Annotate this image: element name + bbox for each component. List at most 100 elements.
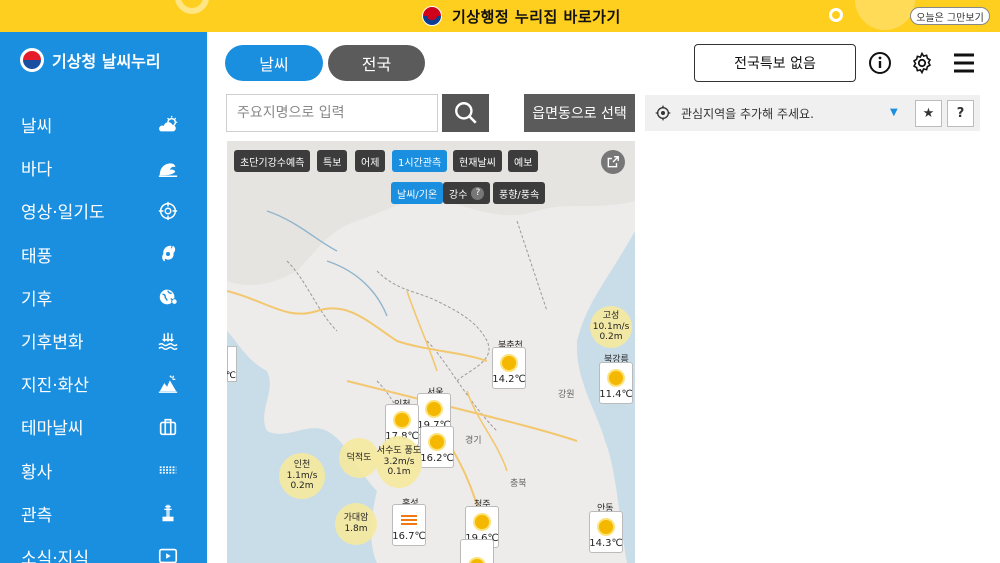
wave-icon xyxy=(156,156,180,180)
station-temperature: 11.4℃ xyxy=(599,389,633,400)
kma-logo-icon xyxy=(20,48,44,72)
buoy-name: 가대암 xyxy=(343,513,369,524)
sunny-icon xyxy=(427,402,441,416)
buoy-wind: 1.1m/s xyxy=(286,470,318,481)
sidebar-item-theme-weather[interactable]: 테마날씨 xyxy=(0,405,207,448)
station-marker[interactable] xyxy=(460,539,494,563)
earthquake-icon xyxy=(156,372,180,396)
favorite-star-button[interactable]: ★ xyxy=(915,100,942,127)
location-search-input[interactable] xyxy=(226,94,438,132)
sidebar-item-news[interactable]: 소식·지식 xyxy=(0,535,207,563)
sidebar-item-weather[interactable]: 날씨 xyxy=(0,103,207,146)
sea-buoy-marker[interactable]: 고성 10.1m/s 0.2m xyxy=(590,306,632,348)
map-subtab-wind[interactable]: 풍향/풍속 xyxy=(493,182,546,204)
logo-text: 기상청 날씨누리 xyxy=(52,52,161,71)
tab-nation[interactable]: 전국 xyxy=(328,45,425,81)
map-tab-nowcast[interactable]: 초단기강수예측 xyxy=(234,150,311,172)
sunny-icon xyxy=(395,413,409,427)
map-tab-warning[interactable]: 특보 xyxy=(317,150,348,172)
sidebar-item-satellite[interactable]: 영상·일기도 xyxy=(0,189,207,232)
haze-icon xyxy=(401,515,417,527)
station-marker-partial[interactable]: ℃ xyxy=(227,346,237,382)
sunny-icon xyxy=(430,435,444,449)
sunny-icon xyxy=(470,559,484,563)
sea-buoy-marker[interactable]: 가대암 1.8m xyxy=(335,503,377,545)
weather-icon xyxy=(156,113,180,137)
sidebar-item-label: 테마날씨 xyxy=(21,419,84,440)
sunny-icon xyxy=(475,515,489,529)
close-today-button[interactable]: 오늘은 그만보기 xyxy=(910,7,990,25)
station-temperature: 16.2℃ xyxy=(420,453,454,464)
sidebar-item-sea[interactable]: 바다 xyxy=(0,146,207,189)
map-tab-hourly-observation[interactable]: 1시간관측 xyxy=(392,150,448,172)
weather-map[interactable]: 초단기강수예측 특보 어제 1시간관측 현재날씨 예보 날씨/기온 강수 ? 풍… xyxy=(227,141,635,563)
station-marker[interactable]: 14.3℃ xyxy=(589,511,623,553)
sidebar-item-earthquake[interactable]: 지진·화산 xyxy=(0,362,207,405)
sidebar-item-yellow-dust[interactable]: 황사 xyxy=(0,449,207,492)
taegeuk-icon xyxy=(422,6,442,26)
map-region-label: 경기 xyxy=(465,436,482,446)
map-tab-forecast[interactable]: 예보 xyxy=(508,150,539,172)
map-subtab-weather-temp[interactable]: 날씨/기온 xyxy=(391,182,444,204)
map-region-label: 충북 xyxy=(510,479,527,489)
national-warning-button[interactable]: 전국특보 없음 xyxy=(694,44,856,82)
korea-map-background xyxy=(227,141,635,563)
buoy-wave: 1.8m xyxy=(344,524,368,534)
favorite-region-prompt[interactable]: 관심지역을 추가해 주세요. xyxy=(681,105,814,122)
sea-buoy-marker[interactable]: 서수도 풍도 3.2m/s 0.1m xyxy=(376,436,422,488)
sidebar-item-label: 황사 xyxy=(21,462,53,483)
admin-site-link[interactable]: 기상행정 누리집 바로가기 xyxy=(422,5,621,27)
station-marker[interactable]: 16.7℃ xyxy=(392,504,426,546)
sunny-icon xyxy=(502,356,516,370)
sidebar-item-label: 기후 xyxy=(21,289,53,310)
buoy-name: 덕적도 xyxy=(346,452,372,463)
buoy-wind: 3.2m/s xyxy=(383,456,415,467)
station-marker[interactable]: 11.4℃ xyxy=(599,362,633,404)
map-tab-yesterday[interactable]: 어제 xyxy=(355,150,386,172)
logo[interactable]: 기상청 날씨누리 xyxy=(20,48,161,72)
sidebar-item-label: 관측 xyxy=(21,505,53,526)
sidebar-item-label: 영상·일기도 xyxy=(21,203,105,224)
search-button[interactable] xyxy=(442,94,489,132)
map-expand-button[interactable] xyxy=(601,150,625,174)
buoy-name: 서수도 풍도 xyxy=(376,445,422,456)
climate-change-icon xyxy=(156,329,180,353)
sidebar: 기상청 날씨누리 날씨 바다 영상·일기도 태풍 기후 기후변화 지진·화산 테… xyxy=(0,32,207,563)
sea-buoy-marker[interactable]: 인천 1.1m/s 0.2m xyxy=(279,453,325,499)
tab-weather[interactable]: 날씨 xyxy=(225,45,323,81)
favorite-help-button[interactable]: ? xyxy=(947,100,974,127)
sidebar-item-label: 소식·지식 xyxy=(21,548,89,563)
buoy-wave: 0.2m xyxy=(599,332,623,343)
sidebar-item-label: 지진·화산 xyxy=(21,376,89,397)
top-banner: 기상행정 누리집 바로가기 오늘은 그만보기 xyxy=(0,0,1000,32)
map-tab-current-weather[interactable]: 현재날씨 xyxy=(453,150,502,172)
station-marker[interactable]: 16.2℃ xyxy=(420,426,454,468)
search-icon xyxy=(454,102,477,124)
help-icon[interactable]: ? xyxy=(471,186,485,200)
sunny-icon xyxy=(609,371,623,385)
map-region-label: 강원 xyxy=(558,390,575,400)
sidebar-item-observation[interactable]: 관측 xyxy=(0,492,207,535)
map-subtab-precipitation[interactable]: 강수 ? xyxy=(443,182,491,204)
suitcase-icon xyxy=(156,415,180,439)
satellite-icon xyxy=(156,199,180,223)
buoy-name: 인천 xyxy=(293,459,311,470)
sidebar-item-climate-change[interactable]: 기후변화 xyxy=(0,319,207,362)
info-icon[interactable] xyxy=(867,50,893,76)
sidebar-item-typhoon[interactable]: 태풍 xyxy=(0,233,207,276)
menu-hamburger-icon[interactable] xyxy=(951,50,977,76)
sidebar-item-label: 바다 xyxy=(21,160,53,181)
settings-gear-icon[interactable] xyxy=(909,50,935,76)
sidebar-item-climate[interactable]: 기후 xyxy=(0,276,207,319)
sea-buoy-marker[interactable]: 덕적도 xyxy=(339,438,379,478)
favorite-region-bar: 관심지역을 추가해 주세요. ▼ ★ ? xyxy=(645,95,980,131)
globe-icon xyxy=(156,285,180,309)
select-by-dong-button[interactable]: 읍면동으로 선택 xyxy=(524,94,635,132)
station-temperature: 14.2℃ xyxy=(492,374,526,385)
buoy-name: 고성 xyxy=(602,310,620,321)
chevron-down-icon[interactable]: ▼ xyxy=(890,107,898,118)
typhoon-icon xyxy=(156,242,180,266)
location-target-icon xyxy=(655,105,671,121)
station-marker[interactable]: 14.2℃ xyxy=(492,347,526,389)
buoy-wave: 0.1m xyxy=(387,467,411,478)
